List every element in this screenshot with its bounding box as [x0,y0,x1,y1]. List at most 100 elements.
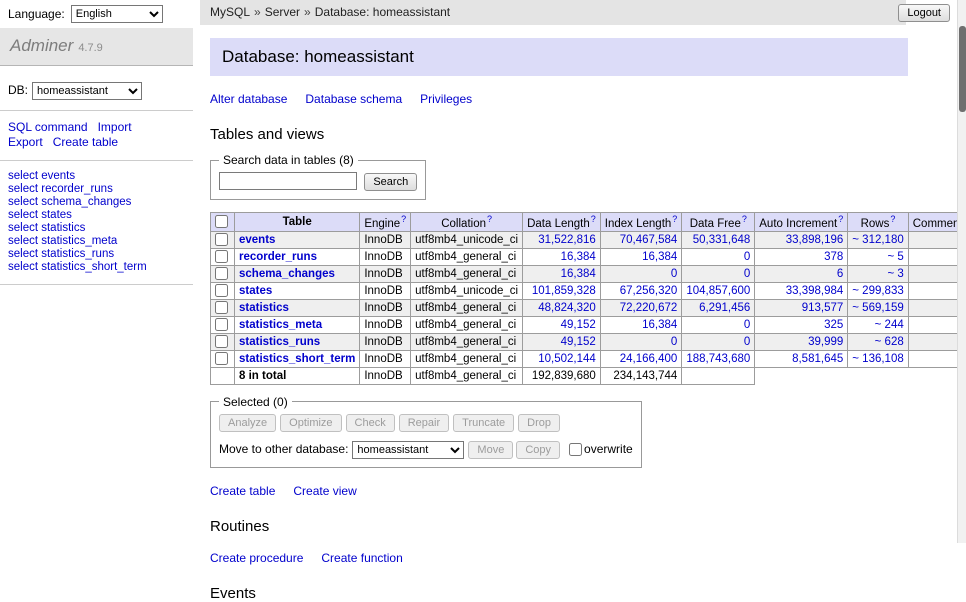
row-checkbox[interactable] [215,250,228,263]
language-row: Language: English [8,5,163,23]
data-length-link[interactable]: 10,502,144 [538,353,596,365]
auto-increment-link[interactable]: 33,398,984 [786,285,844,297]
language-select[interactable]: English [71,5,163,23]
sidebar-table-link[interactable]: select events [8,170,185,183]
auto-increment-link[interactable]: 6 [837,268,843,280]
data-free-link[interactable]: 0 [744,251,750,263]
breadcrumb-link-mysql[interactable]: MySQL [210,5,250,19]
sidebar-link-sql-command[interactable]: SQL command [8,120,88,134]
auto-increment-cell: 325 [755,316,848,333]
data-free-link[interactable]: 6,291,456 [699,302,750,314]
table-name-link[interactable]: recorder_runs [239,251,317,263]
sidebar-table-link[interactable]: select states [8,209,185,222]
data-length-link[interactable]: 31,522,816 [538,234,596,246]
db-label: DB: [8,83,28,97]
row-checkbox[interactable] [215,352,228,365]
sidebar-table-link[interactable]: select statistics_runs [8,248,185,261]
rows-link[interactable]: ~ 244 [875,319,904,331]
table-name-link[interactable]: statistics_short_term [239,353,355,365]
database-schema-link[interactable]: Database schema [305,92,402,106]
data-length-link[interactable]: 16,384 [561,268,596,280]
sidebar-table-link[interactable]: select statistics_short_term [8,261,185,274]
data-length-link[interactable]: 101,859,328 [532,285,596,297]
help-link[interactable]: ? [672,214,677,224]
rows-link[interactable]: ~ 3 [887,268,903,280]
row-checkbox[interactable] [215,301,228,314]
search-input[interactable] [219,172,357,190]
create-table-link[interactable]: Create table [210,484,275,498]
index-length-link[interactable]: 24,166,400 [620,353,678,365]
breadcrumb-link-server[interactable]: Server [265,5,300,19]
auto-increment-link[interactable]: 33,898,196 [786,234,844,246]
data-free-link[interactable]: 104,857,600 [686,285,750,297]
rows-link[interactable]: ~ 312,180 [852,234,903,246]
table-name-link[interactable]: statistics_meta [239,319,322,331]
data-length-link[interactable]: 48,824,320 [538,302,596,314]
index-length-link[interactable]: 72,220,672 [620,302,678,314]
index-length-link[interactable]: 0 [671,268,677,280]
move-db-select[interactable]: homeassistant [352,441,464,459]
data-free-link[interactable]: 188,743,680 [686,353,750,365]
create-procedure-link[interactable]: Create procedure [210,551,303,565]
sidebar-link-export[interactable]: Export [8,135,43,149]
vertical-scrollbar[interactable] [957,0,966,543]
row-checkbox[interactable] [215,267,228,280]
privileges-link[interactable]: Privileges [420,92,472,106]
help-link[interactable]: ? [742,214,747,224]
sidebar-table-link[interactable]: select schema_changes [8,196,185,209]
rows-link[interactable]: ~ 5 [887,251,903,263]
data-length-link[interactable]: 16,384 [561,251,596,263]
rows-link[interactable]: ~ 136,108 [852,353,903,365]
table-name-cell: statistics_meta [235,316,360,333]
auto-increment-link[interactable]: 378 [824,251,843,263]
table-name-link[interactable]: schema_changes [239,268,335,280]
app-name[interactable]: Adminer [10,36,73,55]
create-view-link[interactable]: Create view [293,484,356,498]
data-length-link[interactable]: 49,152 [561,319,596,331]
table-name-link[interactable]: statistics [239,302,289,314]
index-length-link[interactable]: 16,384 [642,251,677,263]
index-length-link[interactable]: 70,467,584 [620,234,678,246]
rows-link[interactable]: ~ 628 [875,336,904,348]
table-name-cell: states [235,282,360,299]
data-length-link[interactable]: 49,152 [561,336,596,348]
table-name-link[interactable]: states [239,285,272,297]
logout-button[interactable]: Logout [898,4,950,22]
sidebar-table-link[interactable]: select statistics [8,222,185,235]
row-checkbox[interactable] [215,318,228,331]
index-length-link[interactable]: 0 [671,336,677,348]
sidebar-link-create-table[interactable]: Create table [53,135,118,149]
create-function-link[interactable]: Create function [321,551,402,565]
sidebar-link-import[interactable]: Import [98,120,132,134]
row-checkbox[interactable] [215,284,228,297]
data-free-link[interactable]: 0 [744,319,750,331]
auto-increment-link[interactable]: 39,999 [808,336,843,348]
help-link[interactable]: ? [487,214,492,224]
auto-increment-link[interactable]: 8,581,645 [792,353,843,365]
auto-increment-link[interactable]: 325 [824,319,843,331]
help-link[interactable]: ? [838,214,843,224]
row-checkbox[interactable] [215,335,228,348]
help-link[interactable]: ? [591,214,596,224]
select-all-checkbox[interactable] [215,215,228,228]
index-length-link[interactable]: 67,256,320 [620,285,678,297]
help-link[interactable]: ? [890,214,895,224]
search-button[interactable]: Search [364,173,417,191]
data-free-link[interactable]: 0 [744,268,750,280]
help-link[interactable]: ? [401,214,406,224]
db-select[interactable]: homeassistant [32,82,142,100]
rows-link[interactable]: ~ 299,833 [852,285,903,297]
rows-link[interactable]: ~ 569,159 [852,302,903,314]
index-length-link[interactable]: 16,384 [642,319,677,331]
auto-increment-link[interactable]: 913,577 [802,302,844,314]
sidebar-table-link[interactable]: select recorder_runs [8,183,185,196]
data-free-link[interactable]: 0 [744,336,750,348]
overwrite-checkbox[interactable] [569,443,582,456]
sidebar-table-link[interactable]: select statistics_meta [8,235,185,248]
table-name-link[interactable]: statistics_runs [239,336,320,348]
alter-database-link[interactable]: Alter database [210,92,287,106]
table-name-link[interactable]: events [239,234,275,246]
scrollbar-thumb[interactable] [959,26,966,112]
data-free-link[interactable]: 50,331,648 [693,234,751,246]
row-checkbox[interactable] [215,233,228,246]
